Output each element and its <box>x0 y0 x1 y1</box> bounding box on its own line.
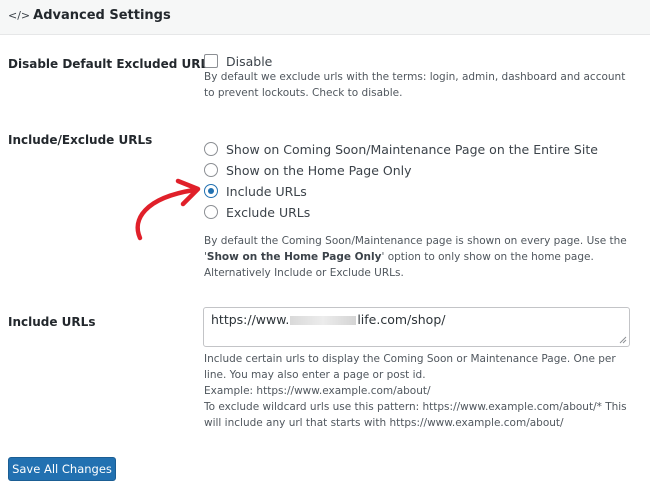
radio-home-page-only[interactable]: Show on the Home Page Only <box>204 162 412 178</box>
radio-home-page-only-button[interactable] <box>204 163 218 177</box>
resize-grip-icon[interactable] <box>619 336 627 344</box>
disable-checkbox-row[interactable]: Disable <box>204 53 272 69</box>
radio-exclude-urls-label: Exclude URLs <box>226 204 311 220</box>
annotation-arrow-icon <box>135 178 201 241</box>
include-urls-help: Include certain urls to display the Comi… <box>204 351 630 431</box>
radio-home-page-only-label: Show on the Home Page Only <box>226 162 412 178</box>
code-icon: </> <box>8 9 31 22</box>
panel-header: </> Advanced Settings <box>0 0 650 35</box>
include-exclude-label: Include/Exclude URLs <box>8 133 153 147</box>
radio-entire-site-label: Show on Coming Soon/Maintenance Page on … <box>226 141 598 157</box>
include-urls-value-prefix: https://www. <box>211 312 290 327</box>
include-urls-help-wildcard: To exclude wildcard urls use this patter… <box>204 401 627 429</box>
radio-include-urls[interactable]: Include URLs <box>204 183 307 199</box>
include-urls-textarea[interactable]: https://www. life.com/shop/ <box>203 307 630 347</box>
panel-title-text: Advanced Settings <box>33 8 171 23</box>
include-urls-label: Include URLs <box>8 315 96 329</box>
radio-entire-site-button[interactable] <box>204 142 218 156</box>
include-exclude-desc-bold: Show on the Home Page Only <box>206 251 382 263</box>
excluded-urls-description: By default we exclude urls with the term… <box>204 71 626 99</box>
advanced-settings-page: </> Advanced Settings Disable Default Exc… <box>0 0 650 490</box>
disable-checkbox[interactable] <box>204 54 218 68</box>
radio-entire-site[interactable]: Show on Coming Soon/Maintenance Page on … <box>204 141 598 157</box>
save-all-changes-button[interactable]: Save All Changes <box>8 457 116 481</box>
include-urls-help-line: Include certain urls to display the Comi… <box>204 353 616 381</box>
panel-title: </> Advanced Settings <box>8 8 171 23</box>
radio-include-urls-label: Include URLs <box>226 183 307 199</box>
redacted-text <box>290 316 357 325</box>
include-urls-value-suffix: life.com/shop/ <box>357 312 446 327</box>
include-urls-help-example: Example: https://www.example.com/about/ <box>204 385 431 397</box>
radio-exclude-urls[interactable]: Exclude URLs <box>204 204 310 220</box>
include-exclude-description: By default the Coming Soon/Maintenance p… <box>204 233 630 281</box>
excluded-urls-label: Disable Default Excluded URLs <box>8 57 216 71</box>
disable-checkbox-label: Disable <box>226 53 273 69</box>
